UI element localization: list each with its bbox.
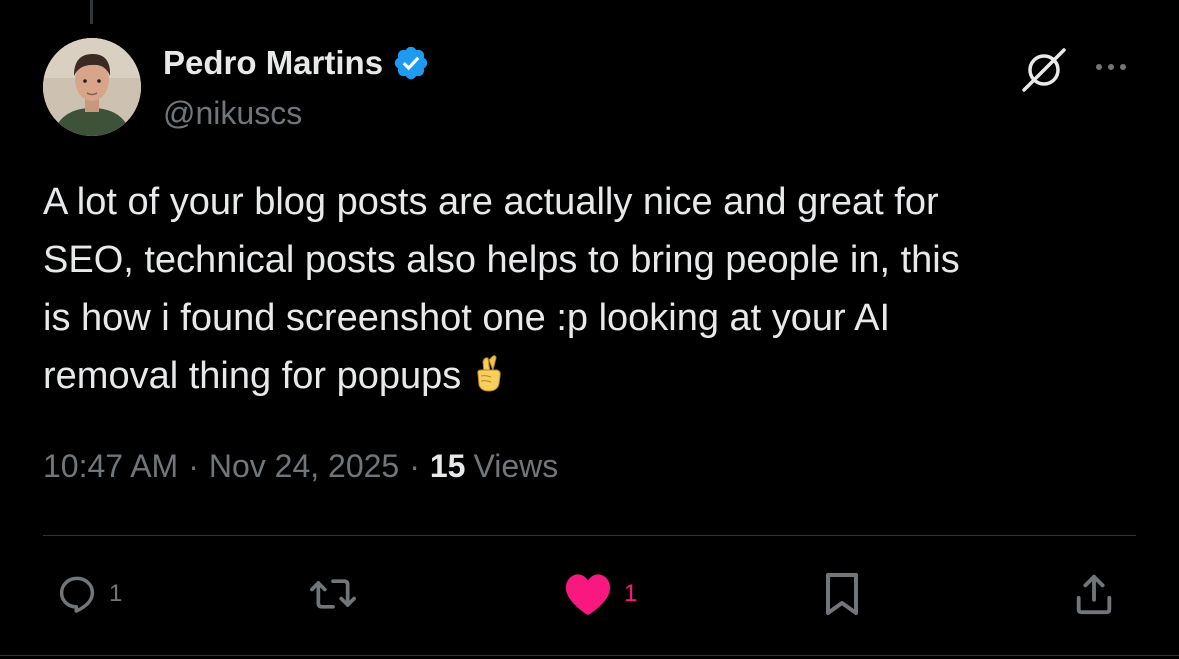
- retweet-button[interactable]: [308, 570, 368, 618]
- tweet-date[interactable]: Nov 24, 2025: [209, 448, 399, 485]
- more-options-icon[interactable]: [1090, 52, 1132, 82]
- author-display-name[interactable]: Pedro Martins: [163, 44, 383, 82]
- verified-badge-icon[interactable]: [392, 44, 430, 82]
- avatar-photo: [43, 38, 141, 136]
- reply-icon: [59, 576, 95, 613]
- thread-connector-line: [90, 0, 93, 24]
- reply-button[interactable]: 1: [55, 570, 122, 618]
- reply-count: 1: [109, 580, 123, 607]
- share-button[interactable]: [1072, 570, 1116, 618]
- share-icon: [1076, 574, 1112, 615]
- tweet-body: A lot of your blog posts are actually ni…: [43, 173, 1143, 405]
- meta-separator: ·: [188, 448, 199, 484]
- bookmark-icon: [826, 573, 858, 615]
- crossed-fingers-emoji: [469, 353, 509, 393]
- author-name-row: Pedro Martins: [163, 43, 430, 83]
- views-label: Views: [473, 448, 559, 484]
- bottom-divider: [0, 655, 1179, 656]
- views-count: 15: [429, 448, 466, 484]
- actions-divider: [43, 535, 1136, 536]
- retweet-icon: [310, 579, 356, 609]
- avatar[interactable]: [43, 38, 141, 136]
- bookmark-button[interactable]: [820, 570, 864, 618]
- author-handle[interactable]: @nikuscs: [163, 95, 302, 132]
- like-button[interactable]: 1: [562, 570, 637, 618]
- meta-separator: ·: [409, 448, 420, 484]
- grok-icon[interactable]: [1018, 44, 1070, 96]
- tweet-time[interactable]: 10:47 AM: [43, 448, 178, 485]
- heart-icon: [565, 574, 611, 615]
- like-count: 1: [624, 580, 638, 607]
- tweet-metadata: 10:47 AM · Nov 24, 2025 · 15 Views: [43, 448, 558, 485]
